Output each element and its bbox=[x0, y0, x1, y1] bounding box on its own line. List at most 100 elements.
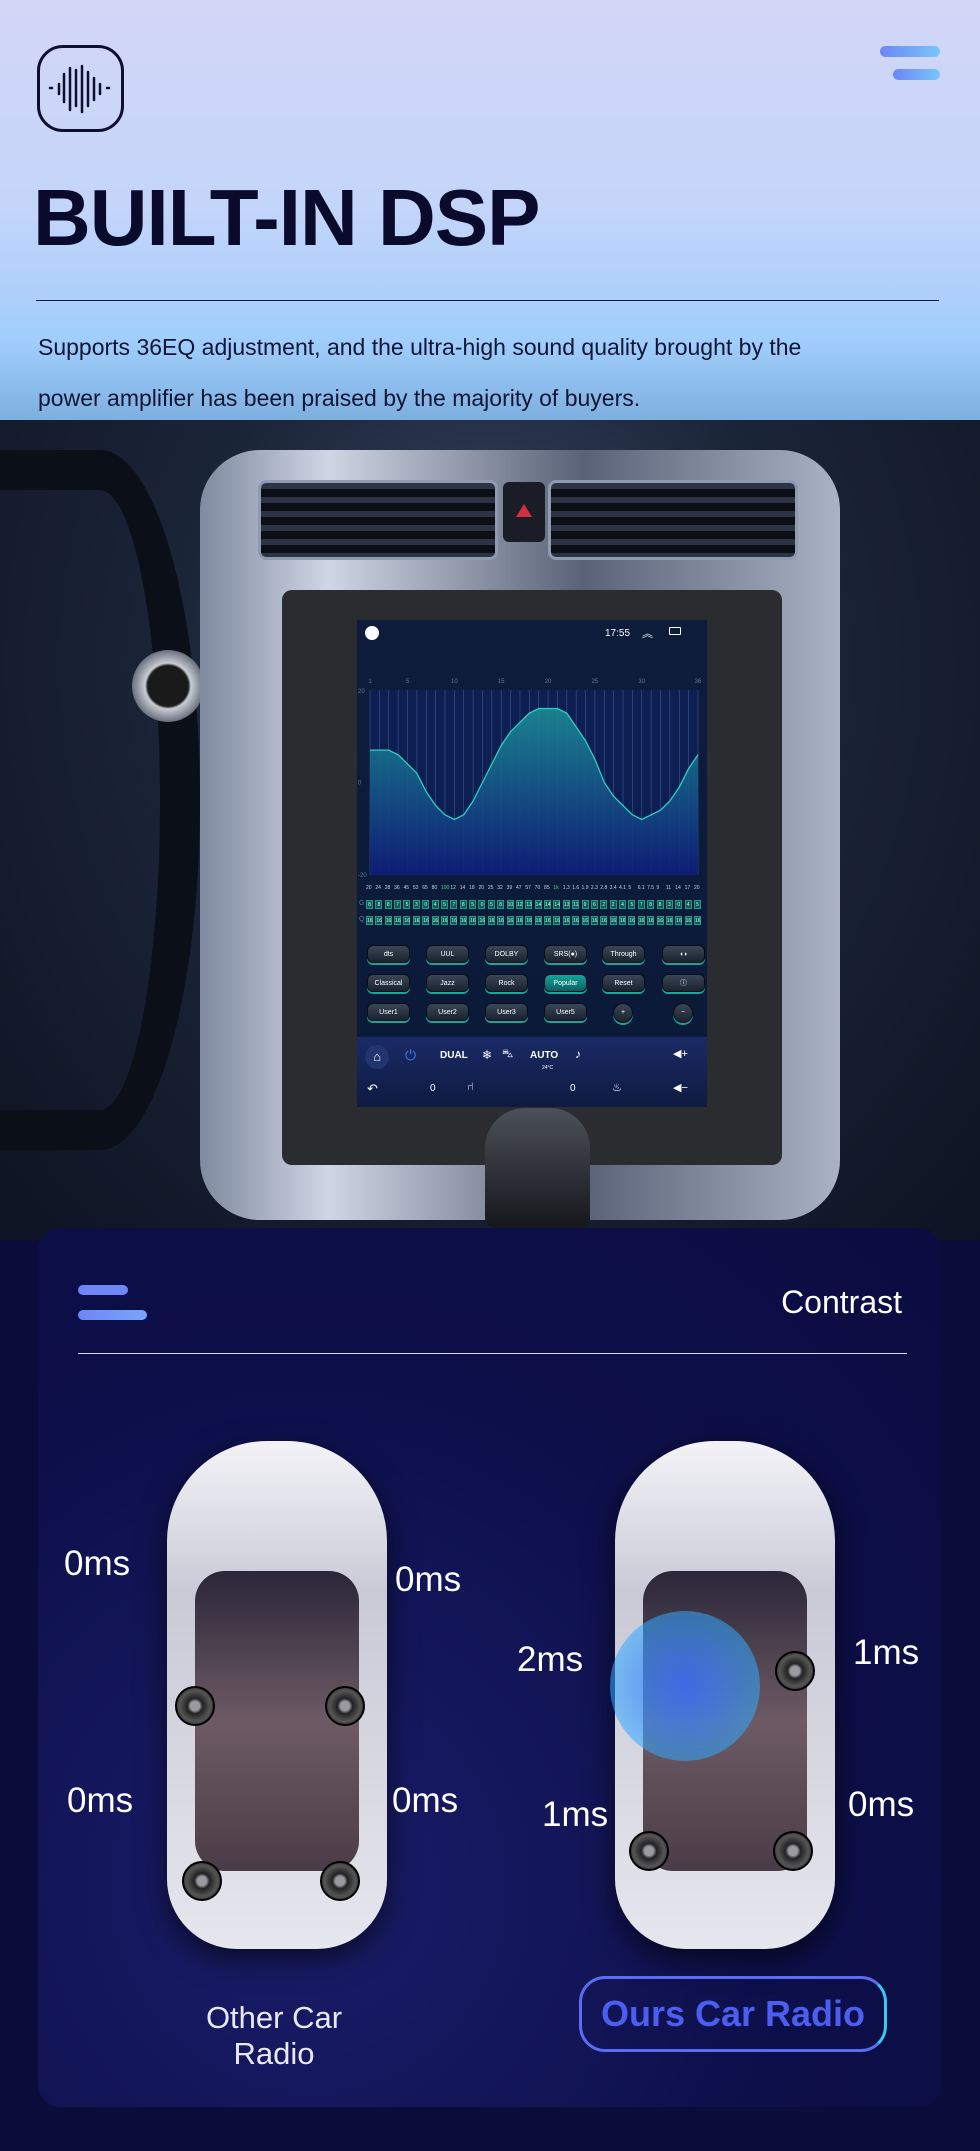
home-icon[interactable]: ⌂ bbox=[365, 1045, 389, 1069]
recent-apps-icon[interactable] bbox=[669, 627, 681, 635]
q-cell[interactable]: 16 bbox=[590, 916, 598, 925]
gain-cell[interactable]: 7 bbox=[637, 900, 645, 909]
ours-car-radio-button[interactable]: Ours Car Radio bbox=[579, 1976, 887, 2052]
back-circle-icon[interactable] bbox=[365, 626, 379, 640]
q-cell[interactable]: 16 bbox=[694, 916, 701, 925]
q-cell[interactable]: 16 bbox=[506, 916, 514, 925]
preset-button-user3[interactable]: User3 bbox=[485, 1003, 528, 1021]
preset-button-user5[interactable]: User5 bbox=[544, 1003, 587, 1021]
gain-cell[interactable]: 8 bbox=[459, 900, 467, 909]
preset-button-user2[interactable]: User2 bbox=[426, 1003, 469, 1021]
q-cell[interactable]: 16 bbox=[600, 916, 608, 925]
preset-button-user1[interactable]: User1 bbox=[367, 1003, 410, 1021]
gain-cell[interactable]: 5 bbox=[487, 900, 495, 909]
gain-cell[interactable]: 3 bbox=[665, 900, 673, 909]
gain-cell[interactable]: 0 bbox=[422, 900, 430, 909]
gain-cell[interactable]: 13 bbox=[562, 900, 570, 909]
preset-button-popular[interactable]: Popular bbox=[544, 974, 587, 992]
q-cell[interactable]: 16 bbox=[431, 916, 439, 925]
preset-button-icon[interactable]: ⓘ bbox=[662, 974, 705, 992]
preset-button-uul[interactable]: UUL bbox=[426, 945, 469, 963]
q-cell[interactable]: 16 bbox=[384, 916, 392, 925]
gain-cell[interactable]: 0 bbox=[675, 900, 683, 909]
q-cell[interactable]: 16 bbox=[656, 916, 664, 925]
gain-cell[interactable]: 8 bbox=[497, 900, 505, 909]
gain-cell[interactable]: 5 bbox=[403, 900, 411, 909]
q-cell[interactable]: 16 bbox=[478, 916, 486, 925]
q-cell[interactable]: 16 bbox=[609, 916, 617, 925]
preset-button-dolby[interactable]: DOLBY bbox=[485, 945, 528, 963]
gain-cell[interactable]: 0 bbox=[478, 900, 486, 909]
q-cell[interactable]: 16 bbox=[525, 916, 533, 925]
seat-heat-icon[interactable]: ♨ bbox=[612, 1081, 622, 1094]
q-cell[interactable]: 16 bbox=[628, 916, 636, 925]
preset-button-icon[interactable]: ◖◗ bbox=[662, 945, 705, 963]
q-cell[interactable]: 16 bbox=[637, 916, 645, 925]
gain-cell[interactable]: 5 bbox=[628, 900, 636, 909]
gain-cell[interactable]: 10 bbox=[506, 900, 514, 909]
q-cell[interactable]: 16 bbox=[544, 916, 552, 925]
q-cell[interactable]: 16 bbox=[469, 916, 477, 925]
gain-cell[interactable]: 6 bbox=[590, 900, 598, 909]
gain-cell[interactable]: 2 bbox=[609, 900, 617, 909]
preset-button-through[interactable]: Through bbox=[602, 945, 645, 963]
q-cell[interactable]: 16 bbox=[647, 916, 655, 925]
auto-button[interactable]: AUTO bbox=[530, 1050, 558, 1061]
q-cell[interactable]: 16 bbox=[675, 916, 683, 925]
gain-cell[interactable]: 5 bbox=[469, 900, 477, 909]
preset-button-jazz[interactable]: Jazz bbox=[426, 974, 469, 992]
gain-cell[interactable]: 8 bbox=[375, 900, 383, 909]
gain-cell[interactable]: 14 bbox=[534, 900, 542, 909]
gain-cell[interactable]: 3 bbox=[412, 900, 420, 909]
q-cell[interactable]: 16 bbox=[684, 916, 692, 925]
q-cell[interactable]: 16 bbox=[375, 916, 383, 925]
menu-icon[interactable] bbox=[880, 46, 940, 82]
gain-cell[interactable]: 8 bbox=[656, 900, 664, 909]
dual-button[interactable]: DUAL bbox=[440, 1050, 468, 1061]
q-cell[interactable]: 16 bbox=[553, 916, 561, 925]
volume-up-icon[interactable]: ◀+ bbox=[673, 1047, 688, 1060]
preset-button-rock[interactable]: Rock bbox=[485, 974, 528, 992]
q-cell[interactable]: 16 bbox=[412, 916, 420, 925]
q-cell[interactable]: 16 bbox=[581, 916, 589, 925]
gain-cell[interactable]: 4 bbox=[431, 900, 439, 909]
gain-cell[interactable]: 4 bbox=[619, 900, 627, 909]
gain-cell[interactable]: 8 bbox=[384, 900, 392, 909]
power-icon[interactable]: ⏻ bbox=[405, 1047, 416, 1064]
eq-chart[interactable]: 1 5 10 15 20 25 30 36200-20 bbox=[357, 675, 707, 890]
preset-button-dts[interactable]: dts bbox=[367, 945, 410, 963]
q-cell[interactable]: 16 bbox=[572, 916, 580, 925]
gain-cell[interactable]: 9 bbox=[581, 900, 589, 909]
preset-button-classical[interactable]: Classical bbox=[367, 974, 410, 992]
gain-cell[interactable]: 13 bbox=[525, 900, 533, 909]
q-cell[interactable]: 16 bbox=[515, 916, 523, 925]
gain-cell[interactable]: 7 bbox=[394, 900, 402, 909]
q-cell[interactable]: 16 bbox=[665, 916, 673, 925]
preset-button-icon[interactable]: − bbox=[673, 1003, 693, 1023]
q-cell[interactable]: 16 bbox=[366, 916, 373, 925]
q-cell[interactable]: 16 bbox=[487, 916, 495, 925]
gain-cell[interactable]: 4 bbox=[684, 900, 692, 909]
gain-cell[interactable]: 5 bbox=[694, 900, 701, 909]
preset-button-srs[interactable]: SRS(●) bbox=[544, 945, 587, 963]
q-cell[interactable]: 16 bbox=[562, 916, 570, 925]
seat-airflow-icon[interactable]: ♪ bbox=[575, 1047, 581, 1061]
q-cell[interactable]: 16 bbox=[403, 916, 411, 925]
recirculation-car-icon[interactable]: ⛍ bbox=[502, 1048, 513, 1062]
gain-cell[interactable]: 7 bbox=[450, 900, 458, 909]
gain-cell[interactable]: 14 bbox=[553, 900, 561, 909]
gain-cell[interactable]: 14 bbox=[544, 900, 552, 909]
q-cell[interactable]: 16 bbox=[497, 916, 505, 925]
gain-cell[interactable]: 8 bbox=[366, 900, 373, 909]
gain-cell[interactable]: 11 bbox=[572, 900, 580, 909]
q-cell[interactable]: 16 bbox=[450, 916, 458, 925]
q-cell[interactable]: 16 bbox=[534, 916, 542, 925]
preset-button-icon[interactable]: + bbox=[613, 1003, 633, 1023]
gain-cell[interactable]: 2 bbox=[600, 900, 608, 909]
seat-icon[interactable]: ⑁ bbox=[467, 1081, 474, 1093]
gain-cell[interactable]: 8 bbox=[647, 900, 655, 909]
q-cell[interactable]: 16 bbox=[619, 916, 627, 925]
preset-button-reset[interactable]: Reset bbox=[602, 974, 645, 992]
q-cell[interactable]: 16 bbox=[422, 916, 430, 925]
gain-cell[interactable]: 12 bbox=[515, 900, 523, 909]
